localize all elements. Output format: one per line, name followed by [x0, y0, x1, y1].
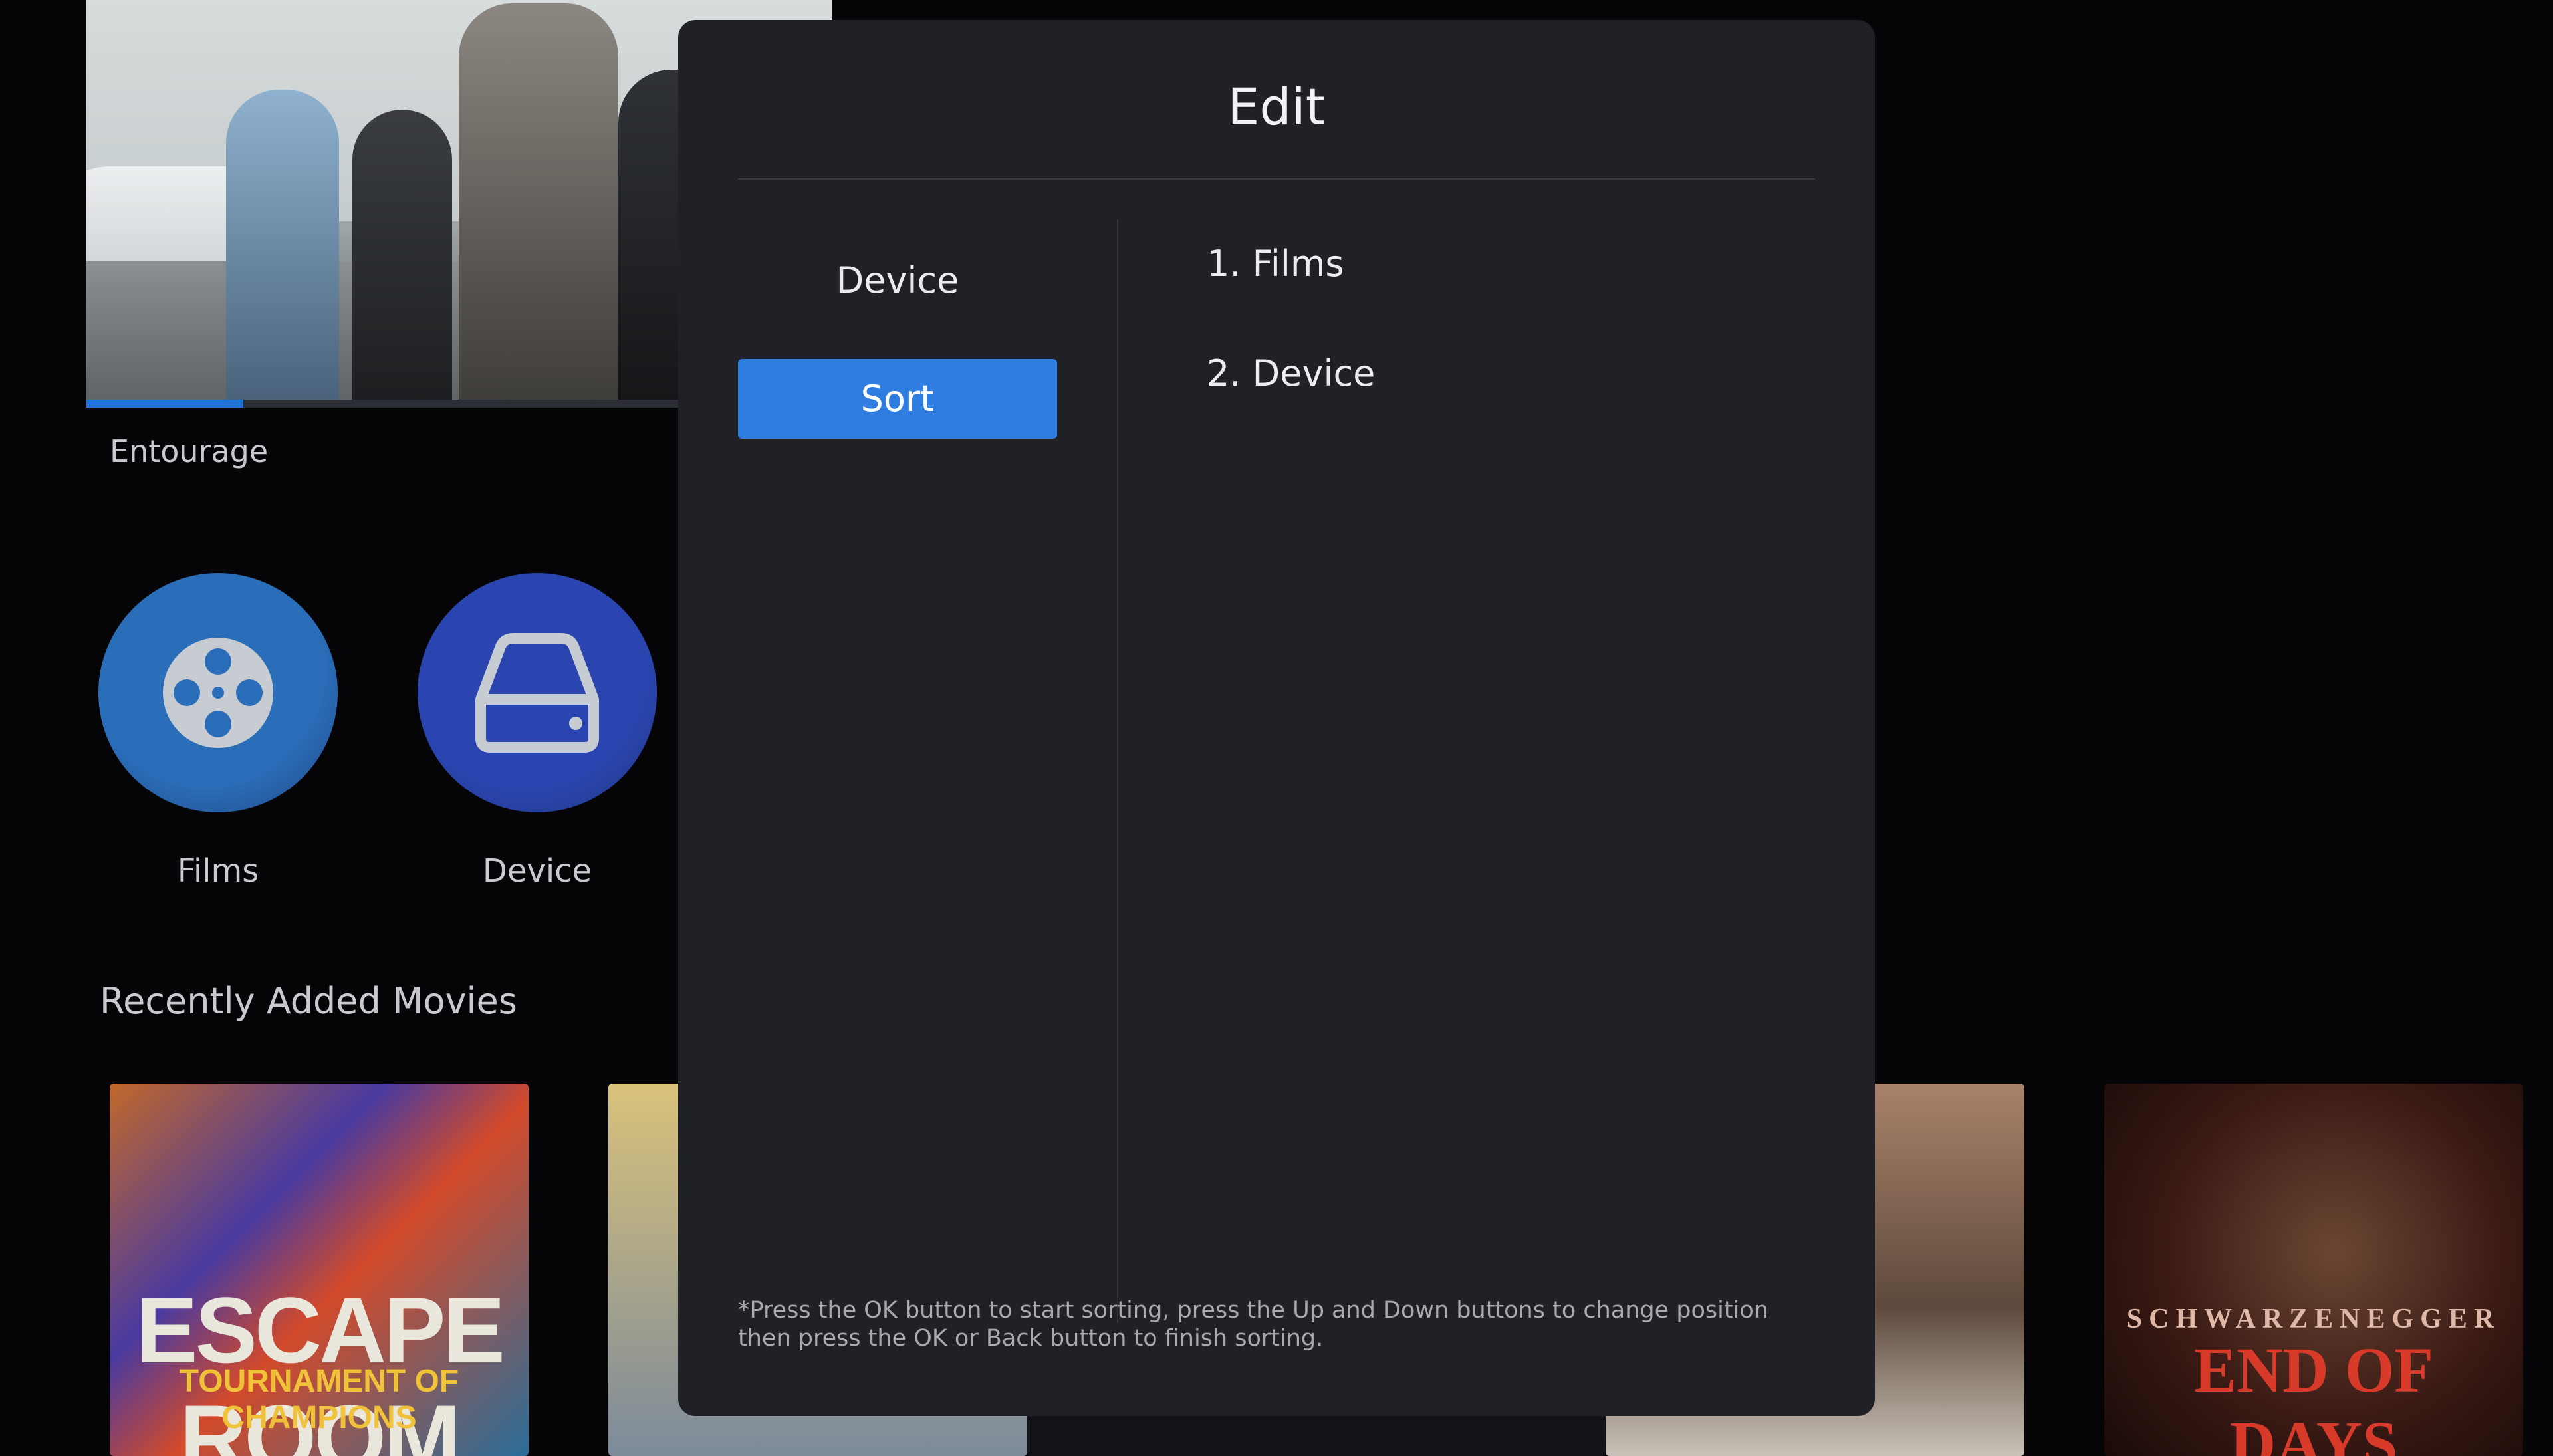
- menu-item-device[interactable]: Device: [738, 241, 1057, 320]
- poster-subtitle: TOURNAMENT OF CHAMPIONS: [179, 1364, 459, 1435]
- hero-title[interactable]: Entourage: [110, 433, 268, 469]
- poster-title: END OF DAYS: [2194, 1334, 2433, 1456]
- library-label-device: Device: [482, 852, 592, 890]
- sort-instructions: *Press the OK button to start sorting, p…: [738, 1297, 1768, 1352]
- actor-figure: [226, 90, 339, 402]
- poster-subtitle: SCHWARZENEGGER: [2126, 1304, 2501, 1334]
- sort-list-item[interactable]: 1. Films: [1207, 243, 1344, 285]
- menu-item-sort[interactable]: Sort: [738, 359, 1057, 439]
- edit-dialog: Edit Device Sort 1. Films 2. Device *Pre…: [678, 20, 1875, 1416]
- actor-figure: [352, 110, 452, 402]
- section-title-recently-added: Recently Added Movies: [100, 980, 517, 1022]
- hard-drive-icon: [475, 633, 599, 753]
- library-tile-films[interactable]: [98, 573, 338, 812]
- sort-list-item[interactable]: 2. Device: [1207, 352, 1375, 394]
- movie-poster[interactable]: SCHWARZENEGGER END OF DAYS: [2104, 1084, 2523, 1456]
- actor-figure: [459, 3, 618, 402]
- film-reel-icon: [163, 638, 273, 748]
- dialog-title: Edit: [1227, 77, 1326, 136]
- library-tile-device[interactable]: [418, 573, 657, 812]
- hero-progress-fill: [86, 400, 243, 408]
- movie-poster[interactable]: ESCAPE ROOM TOURNAMENT OF CHAMPIONS: [110, 1084, 529, 1456]
- column-divider: [1117, 219, 1118, 1323]
- dialog-divider: [738, 178, 1815, 180]
- library-label-films: Films: [177, 852, 259, 890]
